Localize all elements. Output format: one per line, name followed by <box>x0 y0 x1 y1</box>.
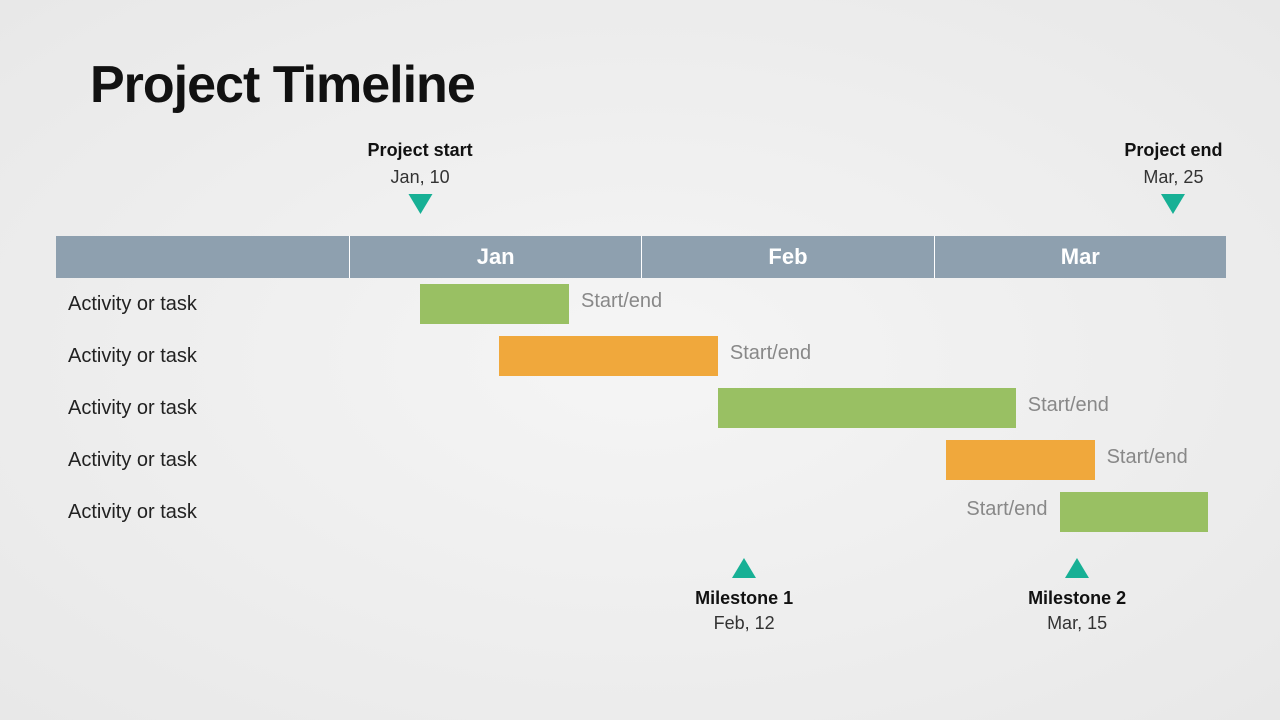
gantt-bar <box>946 440 1095 480</box>
gantt-row: Activity or task Start/end <box>56 486 1226 538</box>
row-label: Activity or task <box>56 449 350 472</box>
gantt-row: Activity or task Start/end <box>56 434 1226 486</box>
triangle-up-icon <box>1065 558 1089 578</box>
row-label: Activity or task <box>56 345 350 368</box>
gantt-row: Activity or task Start/end <box>56 330 1226 382</box>
month-jan: Jan <box>350 236 642 278</box>
project-start-date: Jan, 10 <box>368 167 473 188</box>
month-mar: Mar <box>935 236 1226 278</box>
month-header: Jan Feb Mar <box>56 236 1226 278</box>
row-track: Start/end <box>350 486 1226 538</box>
row-track: Start/end <box>350 278 1226 330</box>
row-caption: Start/end <box>581 290 662 313</box>
row-track: Start/end <box>350 434 1226 486</box>
triangle-up-icon <box>732 558 756 578</box>
project-end-label: Project end <box>1124 140 1222 161</box>
gantt-row: Activity or task Start/end <box>56 278 1226 330</box>
milestone-label: Milestone 1 <box>695 588 793 609</box>
gantt-bar <box>499 336 718 376</box>
row-caption: Start/end <box>730 342 811 365</box>
project-start-label: Project start <box>368 140 473 161</box>
gantt-bar <box>420 284 569 324</box>
month-feb: Feb <box>642 236 934 278</box>
triangle-down-icon <box>1161 194 1185 214</box>
row-caption: Start/end <box>1107 446 1188 469</box>
timeline: Jan Feb Mar Activity or taskStart/endAct… <box>56 236 1226 538</box>
milestone-date: Mar, 15 <box>1028 613 1126 634</box>
row-caption: Start/end <box>966 498 1047 521</box>
project-start-marker: Project start Jan, 10 <box>368 140 473 214</box>
milestone-marker: Milestone 2 Mar, 15 <box>1028 558 1126 634</box>
row-track: Start/end <box>350 382 1226 434</box>
row-track: Start/end <box>350 330 1226 382</box>
triangle-down-icon <box>408 194 432 214</box>
page-title: Project Timeline <box>90 55 475 115</box>
label-column-header <box>56 236 350 278</box>
gantt-bar <box>718 388 1016 428</box>
row-caption: Start/end <box>1028 394 1109 417</box>
milestone-date: Feb, 12 <box>695 613 793 634</box>
project-end-date: Mar, 25 <box>1124 167 1222 188</box>
gantt-row: Activity or task Start/end <box>56 382 1226 434</box>
row-label: Activity or task <box>56 293 350 316</box>
row-label: Activity or task <box>56 501 350 524</box>
milestone-marker: Milestone 1 Feb, 12 <box>695 558 793 634</box>
gantt-bar <box>1060 492 1209 532</box>
gantt-rows: Activity or taskStart/endActivity or tas… <box>56 278 1226 538</box>
row-label: Activity or task <box>56 397 350 420</box>
project-end-marker: Project end Mar, 25 <box>1124 140 1222 214</box>
milestone-label: Milestone 2 <box>1028 588 1126 609</box>
